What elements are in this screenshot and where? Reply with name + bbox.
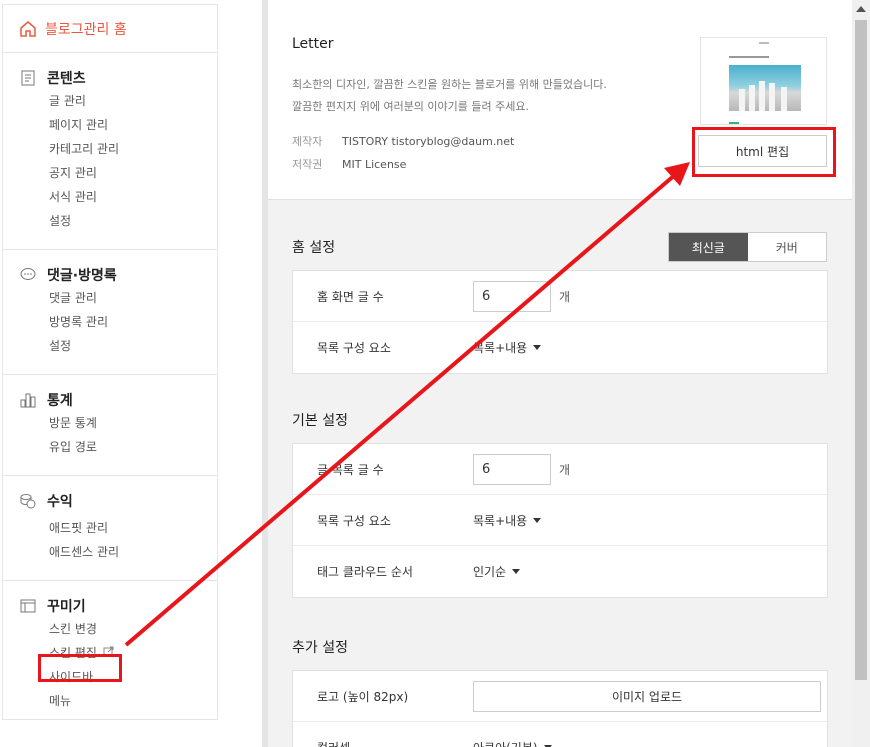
sidebar-home[interactable]: 블로그관리 홈 — [3, 5, 217, 53]
sidebar-group-label: 댓글·방명록 — [47, 268, 117, 284]
extra-settings-panel: 로고 (높이 82px) 이미지 업로드 컬러셋 아쿠아(기본) — [292, 670, 828, 747]
bar-chart-icon — [20, 393, 36, 408]
skin-description: 최소한의 디자인, 깔끔한 스킨을 원하는 블로거를 위해 만들었습니다. 깔끔… — [292, 74, 652, 118]
highlight-skin-edit — [38, 654, 122, 682]
row-unit: 개 — [559, 289, 571, 304]
row-label: 목록 구성 요소 — [317, 341, 391, 355]
caret-down-icon — [512, 569, 521, 574]
sidebar-group-revenue: 수익 애드핏 관리 애드센스 관리 — [3, 476, 217, 581]
sidebar: 블로그관리 홈 콘텐츠 글 관리 페이지 관리 카테고리 관리 공지 관리 서식… — [2, 4, 218, 720]
home-settings-panel: 홈 화면 글 수 6 개 목록 구성 요소 목록+내용 — [292, 270, 828, 374]
select-value: 인기순 — [473, 565, 507, 579]
toggle-cover-button[interactable]: 커버 — [748, 233, 827, 261]
settings-row: 로고 (높이 82px) 이미지 업로드 — [293, 671, 827, 722]
document-icon — [21, 70, 35, 86]
extra-settings-title: 추가 설정 — [292, 640, 348, 656]
sidebar-group-title[interactable]: 콘텐츠 — [3, 67, 217, 89]
scroll-up-arrow-icon[interactable] — [856, 6, 866, 12]
sidebar-group-label: 꾸미기 — [47, 599, 86, 615]
row-label: 컬러셋 — [317, 739, 350, 747]
home-post-count-input[interactable]: 6 — [473, 280, 551, 312]
skin-license: 저작권 MIT License — [292, 156, 406, 172]
sidebar-item-adsense[interactable]: 애드센스 관리 — [3, 540, 217, 564]
basic-settings-panel: 글 목록 글 수 6 개 목록 구성 요소 목록+내용 태그 클라우드 순서 인… — [292, 443, 828, 598]
sidebar-group-label: 수익 — [47, 494, 73, 510]
home-mode-toggle: 최신글 커버 — [668, 232, 827, 262]
sidebar-item-menu[interactable]: 메뉴 — [3, 689, 217, 713]
sidebar-item-posts[interactable]: 글 관리 — [3, 89, 217, 113]
skin-description-line: 깔끔한 편지지 위에 여러분의 이야기를 들려 주세요. — [292, 100, 529, 113]
sidebar-item-pages[interactable]: 페이지 관리 — [3, 113, 217, 137]
settings-row: 컬러셋 아쿠아(기본) — [293, 722, 827, 747]
sidebar-item-comment-settings[interactable]: 설정 — [3, 334, 217, 358]
scrollbar[interactable] — [852, 0, 870, 747]
sidebar-group-title[interactable]: 꾸미기 — [3, 595, 217, 617]
caret-down-icon — [533, 345, 542, 350]
row-label: 태그 클라우드 순서 — [317, 565, 413, 579]
sidebar-item-referrers[interactable]: 유입 경로 — [3, 435, 217, 459]
settings-row: 홈 화면 글 수 6 개 — [293, 271, 827, 322]
select-value: 목록+내용 — [473, 513, 528, 528]
main-content: Letter 최소한의 디자인, 깔끔한 스킨을 원하는 블로거를 위해 만들었… — [268, 0, 852, 747]
settings-row: 태그 클라우드 순서 인기순 — [293, 546, 827, 597]
basic-settings-title: 기본 설정 — [292, 413, 348, 429]
sidebar-item-guestbook[interactable]: 방명록 관리 — [3, 310, 217, 334]
sidebar-home-label: 블로그관리 홈 — [45, 21, 127, 38]
sidebar-item-visit-stats[interactable]: 방문 통계 — [3, 411, 217, 435]
sidebar-group-stats: 통계 방문 통계 유입 경로 — [3, 375, 217, 476]
toggle-latest-button[interactable]: 최신글 — [669, 233, 748, 261]
sidebar-group-title[interactable]: 댓글·방명록 — [3, 264, 217, 286]
sidebar-group-content: 콘텐츠 글 관리 페이지 관리 카테고리 관리 공지 관리 서식 관리 설정 — [3, 53, 217, 250]
sidebar-item-adfit[interactable]: 애드핏 관리 — [3, 516, 217, 540]
skin-author-value: TISTORY tistoryblog@daum.net — [342, 135, 515, 148]
home-settings-title: 홈 설정 — [292, 240, 336, 256]
layout-icon — [20, 599, 36, 613]
list-elements-select[interactable]: 목록+내용 — [473, 512, 542, 529]
sidebar-item-notices[interactable]: 공지 관리 — [3, 161, 217, 185]
row-label: 글 목록 글 수 — [317, 462, 384, 477]
home-list-elements-select[interactable]: 목록+내용 — [473, 339, 542, 356]
list-post-count-input[interactable]: 6 — [473, 453, 551, 485]
skin-license-value: MIT License — [342, 158, 407, 171]
settings-row: 목록 구성 요소 목록+내용 — [293, 495, 827, 546]
sidebar-group-title[interactable]: 수익 — [3, 490, 217, 512]
row-unit: 개 — [559, 462, 571, 477]
image-upload-button[interactable]: 이미지 업로드 — [473, 680, 821, 712]
sidebar-item-content-settings[interactable]: 설정 — [3, 209, 217, 233]
sidebar-item-skin-change[interactable]: 스킨 변경 — [3, 617, 217, 641]
skin-author-key: 제작자 — [292, 135, 323, 148]
speech-bubble-icon — [20, 268, 36, 280]
caret-down-icon — [533, 517, 542, 523]
sidebar-group-design: 꾸미기 스킨 변경 스킨 편집 사이드바 메뉴 — [3, 581, 217, 719]
sidebar-group-label: 통계 — [47, 393, 73, 409]
scroll-thumb[interactable] — [855, 20, 867, 680]
coins-icon — [20, 494, 36, 509]
sidebar-item-templates[interactable]: 서식 관리 — [3, 185, 217, 209]
settings-row: 글 목록 글 수 6 개 — [293, 444, 827, 495]
row-label: 홈 화면 글 수 — [317, 289, 384, 304]
select-value: 목록+내용 — [473, 341, 528, 355]
skin-author: 제작자 TISTORY tistoryblog@daum.net — [292, 133, 514, 149]
highlight-html-edit — [692, 127, 836, 177]
skin-description-line: 최소한의 디자인, 깔끔한 스킨을 원하는 블로거를 위해 만들었습니다. — [292, 78, 607, 91]
skin-license-key: 저작권 — [292, 158, 323, 171]
skin-preview-thumbnail — [700, 37, 827, 125]
sidebar-group-comments: 댓글·방명록 댓글 관리 방명록 관리 설정 — [3, 250, 217, 375]
sidebar-group-title[interactable]: 통계 — [3, 389, 217, 411]
select-value: 아쿠아(기본) — [473, 739, 538, 747]
tag-cloud-order-select[interactable]: 인기순 — [473, 563, 521, 580]
home-icon — [20, 20, 36, 37]
row-label: 로고 (높이 82px) — [317, 689, 409, 704]
skin-name: Letter — [292, 36, 334, 52]
row-label: 목록 구성 요소 — [317, 513, 391, 528]
sidebar-item-categories[interactable]: 카테고리 관리 — [3, 137, 217, 161]
sidebar-item-comments[interactable]: 댓글 관리 — [3, 286, 217, 310]
settings-row: 목록 구성 요소 목록+내용 — [293, 322, 827, 373]
sidebar-group-label: 콘텐츠 — [47, 71, 86, 87]
colorset-select[interactable]: 아쿠아(기본) — [473, 739, 552, 747]
